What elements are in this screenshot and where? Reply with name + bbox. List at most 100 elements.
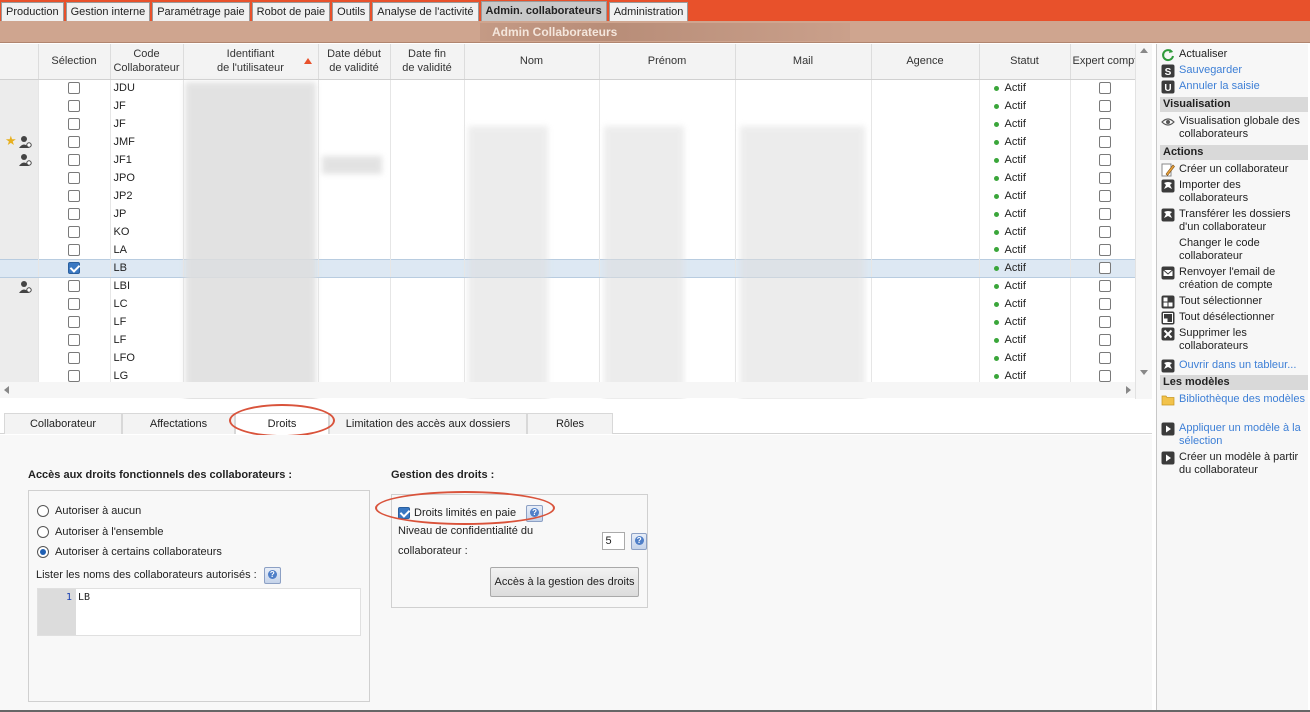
statut-cell[interactable]: Actif <box>979 331 1071 349</box>
date-fin-cell[interactable] <box>390 205 465 223</box>
sidebar-changer-code[interactable]: Changer le code collaborateur <box>1161 237 1307 263</box>
date-debut-cell[interactable] <box>318 133 391 151</box>
date-debut-cell[interactable] <box>318 97 391 115</box>
expert-cell[interactable] <box>1070 187 1141 205</box>
row-indicator[interactable] <box>0 205 39 223</box>
selection-cell[interactable] <box>38 169 111 187</box>
selection-checkbox[interactable] <box>68 136 80 149</box>
selection-cell[interactable] <box>38 97 111 115</box>
header-identifiant[interactable]: Identifiant de l'utilisateur <box>183 44 319 80</box>
table-row[interactable]: JP Actif <box>0 205 1141 223</box>
mail-cell[interactable] <box>735 97 872 115</box>
sidebar-appliquer-modele[interactable]: Appliquer un modèle à la sélection <box>1161 422 1307 448</box>
sidebar-actualiser[interactable]: Actualiser <box>1161 48 1307 62</box>
agence-cell[interactable] <box>871 115 980 133</box>
nom-cell[interactable] <box>464 97 600 115</box>
agence-cell[interactable] <box>871 151 980 169</box>
radio-button[interactable] <box>37 526 49 538</box>
date-fin-cell[interactable] <box>390 277 465 295</box>
selection-cell[interactable] <box>38 241 111 259</box>
tab-robot-de-paie[interactable]: Robot de paie <box>251 2 331 21</box>
expert-cell[interactable] <box>1070 295 1141 313</box>
row-indicator[interactable] <box>0 223 39 241</box>
date-fin-cell[interactable] <box>390 79 465 97</box>
code-cell[interactable]: JMF <box>110 133 184 151</box>
confidentiality-input[interactable]: 5 <box>601 532 625 550</box>
expert-cell[interactable] <box>1070 349 1141 367</box>
statut-cell[interactable]: Actif <box>979 133 1071 151</box>
scroll-right-icon[interactable] <box>1126 386 1131 394</box>
code-cell[interactable]: LFO <box>110 349 184 367</box>
statut-cell[interactable]: Actif <box>979 277 1071 295</box>
code-cell[interactable]: LB <box>110 258 184 278</box>
expert-cell[interactable] <box>1070 169 1141 187</box>
agence-cell[interactable] <box>871 133 980 151</box>
agence-cell[interactable] <box>871 295 980 313</box>
table-row[interactable]: JPO Actif <box>0 169 1141 187</box>
expert-cell[interactable] <box>1070 115 1141 133</box>
sidebar-visualisation-globale[interactable]: Visualisation globale des collaborateurs <box>1161 115 1307 141</box>
header-statut[interactable]: Statut <box>979 44 1071 80</box>
selection-checkbox[interactable] <box>68 154 80 167</box>
row-indicator[interactable] <box>0 295 39 313</box>
date-debut-cell[interactable] <box>318 241 391 259</box>
code-cell[interactable]: JF <box>110 97 184 115</box>
date-debut-cell[interactable] <box>318 115 391 133</box>
radio-button[interactable] <box>37 505 49 517</box>
expert-cell[interactable] <box>1070 151 1141 169</box>
row-indicator[interactable] <box>0 331 39 349</box>
expert-checkbox[interactable] <box>1098 190 1111 203</box>
statut-cell[interactable]: Actif <box>979 313 1071 331</box>
date-debut-cell[interactable] <box>318 187 391 205</box>
expert-checkbox[interactable] <box>1098 118 1111 131</box>
sidebar-importer[interactable]: Importer des collaborateurs <box>1161 179 1307 205</box>
expert-checkbox[interactable] <box>1098 280 1111 293</box>
sidebar-renvoyer[interactable]: Renvoyer l'email de création de compte <box>1161 266 1307 292</box>
date-debut-cell[interactable] <box>318 205 391 223</box>
sidebar-creer[interactable]: Créer un collaborateur <box>1161 163 1307 177</box>
statut-cell[interactable]: Actif <box>979 349 1071 367</box>
date-debut-cell[interactable] <box>318 79 391 97</box>
agence-cell[interactable] <box>871 241 980 259</box>
table-row[interactable]: KO Actif <box>0 223 1141 241</box>
selection-cell[interactable] <box>38 187 111 205</box>
subtab-limitation-acces[interactable]: Limitation des accès aux dossiers <box>329 413 527 434</box>
sidebar-bibliotheque[interactable]: Bibliothèque des modèles <box>1161 393 1307 407</box>
selection-cell[interactable] <box>38 205 111 223</box>
table-row[interactable]: JP2 Actif <box>0 187 1141 205</box>
selection-checkbox[interactable] <box>68 316 80 329</box>
access-rights-management-button[interactable]: Accès à la gestion des droits <box>490 567 639 597</box>
scroll-up-icon[interactable] <box>1140 48 1148 53</box>
expert-cell[interactable] <box>1070 241 1141 259</box>
date-fin-cell[interactable] <box>390 97 465 115</box>
selection-checkbox[interactable] <box>68 118 80 131</box>
expert-cell[interactable] <box>1070 313 1141 331</box>
table-row[interactable]: JF1 Actif <box>0 151 1141 169</box>
tab-admin-collaborateurs[interactable]: Admin. collaborateurs <box>480 1 607 21</box>
tab-administration[interactable]: Administration <box>608 2 689 21</box>
selection-cell[interactable] <box>38 223 111 241</box>
scroll-down-icon[interactable] <box>1140 370 1148 375</box>
selection-checkbox[interactable] <box>68 334 80 347</box>
agence-cell[interactable] <box>871 97 980 115</box>
row-indicator[interactable] <box>0 258 39 278</box>
expert-checkbox[interactable] <box>1098 298 1111 311</box>
grid-horizontal-scrollbar[interactable] <box>0 382 1135 398</box>
row-indicator[interactable]: ★ <box>0 133 39 151</box>
sidebar-annuler[interactable]: U Annuler la saisie <box>1161 80 1307 94</box>
radio-autoriser-aucun[interactable]: Autoriser à aucun <box>37 503 141 519</box>
statut-cell[interactable]: Actif <box>979 97 1071 115</box>
expert-checkbox[interactable] <box>1098 208 1111 221</box>
date-fin-cell[interactable] <box>390 223 465 241</box>
selection-checkbox[interactable] <box>68 172 80 185</box>
expert-cell[interactable] <box>1070 97 1141 115</box>
code-cell[interactable]: LBI <box>110 277 184 295</box>
row-indicator[interactable] <box>0 187 39 205</box>
table-row[interactable]: LFO Actif <box>0 349 1141 367</box>
tab-parametrage-paie[interactable]: Paramétrage paie <box>152 2 250 21</box>
expert-checkbox[interactable] <box>1098 154 1111 167</box>
statut-cell[interactable]: Actif <box>979 115 1071 133</box>
selection-cell[interactable] <box>38 295 111 313</box>
selection-checkbox[interactable] <box>68 262 80 275</box>
agence-cell[interactable] <box>871 169 980 187</box>
